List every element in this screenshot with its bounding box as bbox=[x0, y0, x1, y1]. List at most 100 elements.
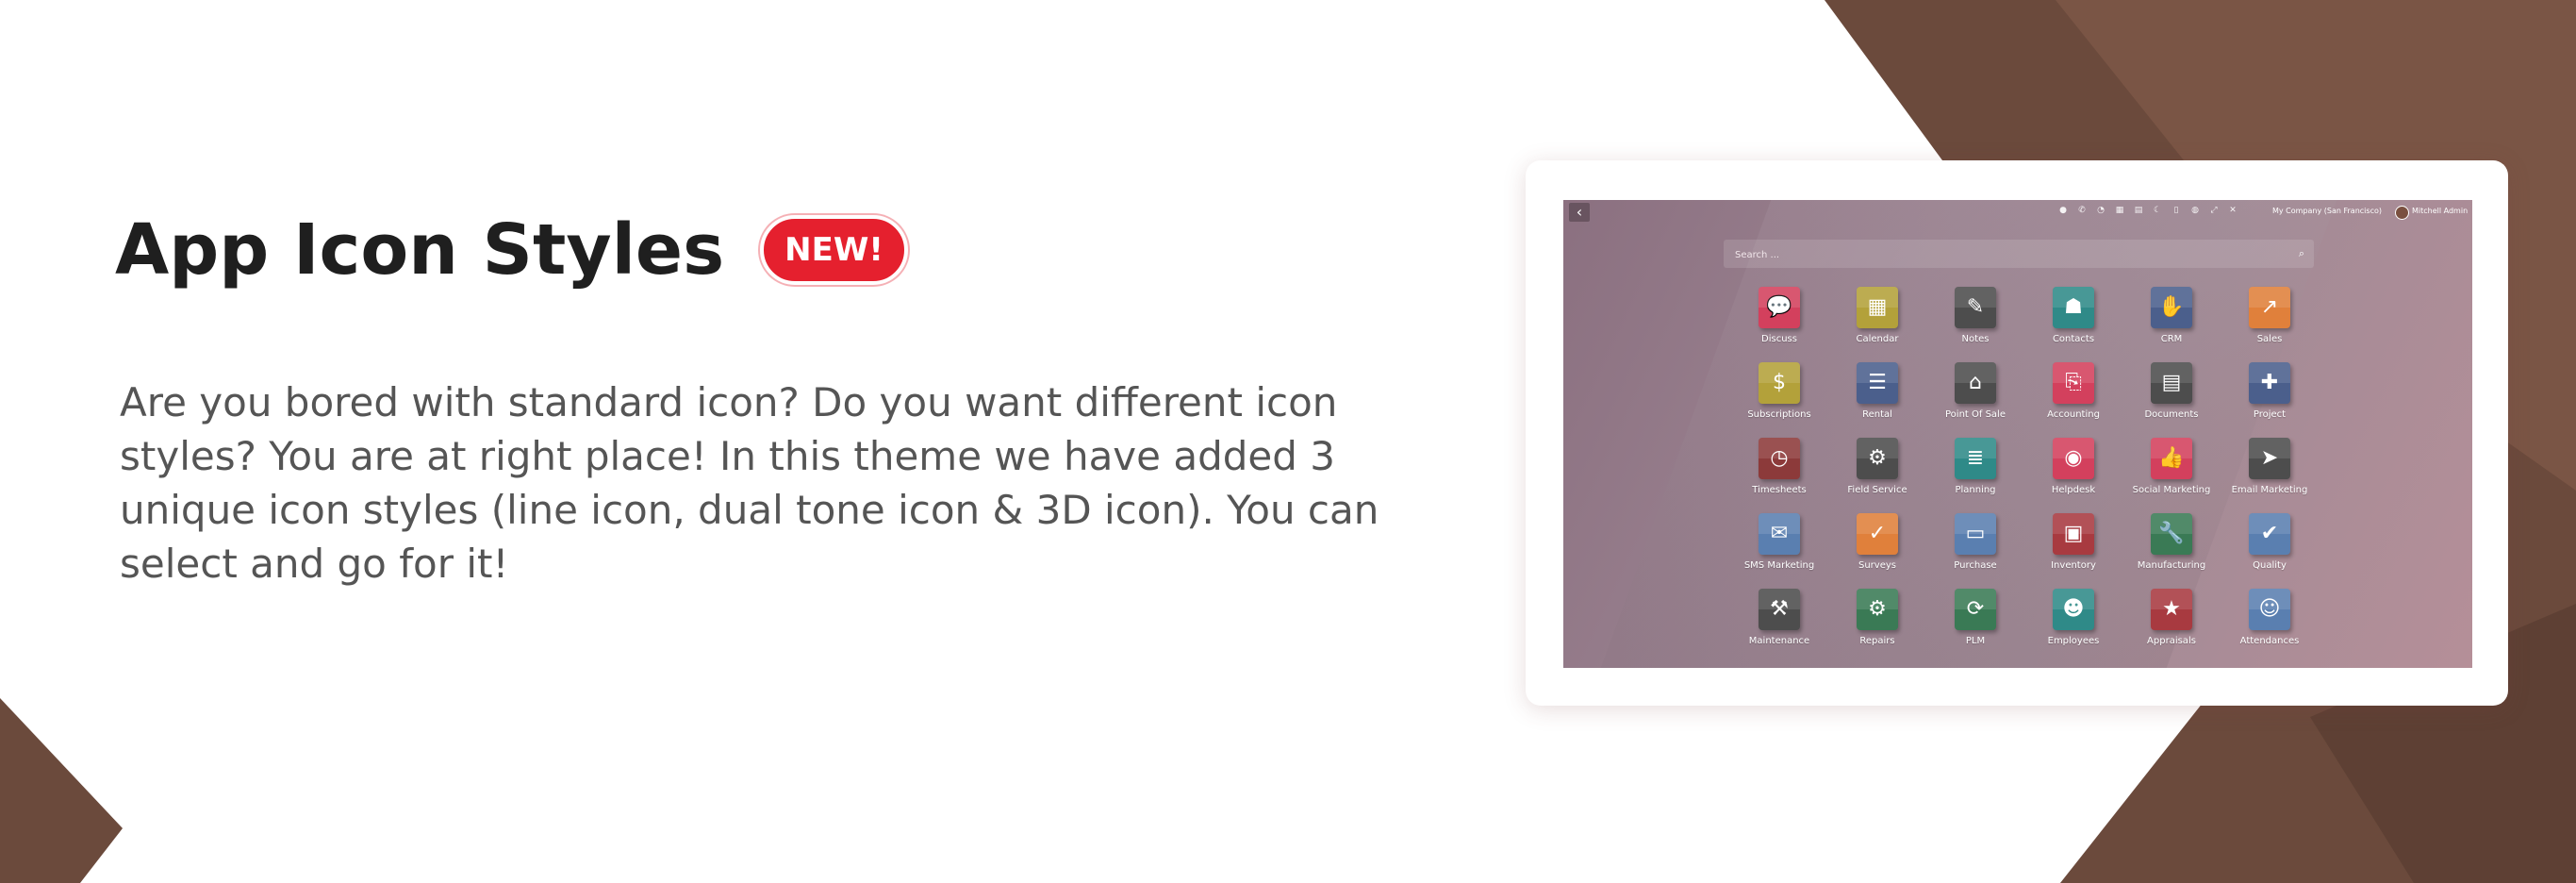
search-icon[interactable]: ⌕ bbox=[2299, 247, 2304, 260]
document-icon: ⎘ bbox=[2053, 362, 2094, 404]
app-employees[interactable]: ☻ Employees bbox=[2024, 589, 2122, 664]
hero-heading-row: App Icon Styles NEW! bbox=[115, 215, 908, 285]
back-button[interactable]: ‹ bbox=[1569, 203, 1590, 222]
chat-icon[interactable]: ● bbox=[2058, 206, 2068, 215]
app-planning[interactable]: ≣ Planning bbox=[1926, 438, 2024, 513]
odoo-home-screen: ‹ ● ✆ ◔ ▦ ▤ ☾ ▯ ◍ ⤢ ✕ My Company (San Francisco) … bbox=[1563, 200, 2472, 668]
service-icon: ⚙ bbox=[1857, 438, 1898, 479]
app-label: Rental bbox=[1862, 409, 1892, 420]
repair-icon: ⚙ bbox=[1857, 589, 1898, 630]
notes-icon: ✎ bbox=[1955, 287, 1996, 328]
app-label: CRM bbox=[2160, 334, 2183, 344]
rental-icon: ☰ bbox=[1857, 362, 1898, 404]
app-email-marketing[interactable]: ➤ Email Marketing bbox=[2221, 438, 2319, 513]
chat-bubble-icon: 💬 bbox=[1759, 287, 1800, 328]
app-plm[interactable]: ⟳ PLM bbox=[1926, 589, 2024, 664]
app-field-service[interactable]: ⚙ Field Service bbox=[1828, 438, 1926, 513]
app-notes[interactable]: ✎ Notes bbox=[1926, 287, 2024, 362]
phone-icon[interactable]: ✆ bbox=[2077, 206, 2087, 215]
star-icon: ★ bbox=[2151, 589, 2192, 630]
credit-card-icon: ▭ bbox=[1955, 513, 1996, 555]
app-label: Appraisals bbox=[2147, 636, 2196, 646]
app-label: PLM bbox=[1965, 636, 1986, 646]
coin-icon: $ bbox=[1759, 362, 1800, 404]
database-icon[interactable]: ◍ bbox=[2190, 206, 2200, 215]
store-icon: ⌂ bbox=[1955, 362, 1996, 404]
chevron-left-icon: ‹ bbox=[1576, 203, 1583, 221]
gear-check-icon: ✔ bbox=[2249, 513, 2290, 555]
avatar[interactable] bbox=[2395, 206, 2409, 220]
app-helpdesk[interactable]: ◉ Helpdesk bbox=[2024, 438, 2122, 513]
wrench-icon: 🔧 bbox=[2151, 513, 2192, 555]
app-repairs[interactable]: ⚙ Repairs bbox=[1828, 589, 1926, 664]
app-sales[interactable]: ↗ Sales bbox=[2221, 287, 2319, 362]
app-purchase[interactable]: ▭ Purchase bbox=[1926, 513, 2024, 589]
paper-plane-icon: ➤ bbox=[2249, 438, 2290, 479]
app-inventory[interactable]: ▣ Inventory bbox=[2024, 513, 2122, 589]
hero-description: Are you bored with standard icon? Do you… bbox=[120, 379, 1379, 587]
app-label: Attendances bbox=[2239, 636, 2300, 646]
app-label: Subscriptions bbox=[1747, 409, 1811, 420]
app-label: Email Marketing bbox=[2231, 485, 2308, 495]
app-subscriptions[interactable]: $ Subscriptions bbox=[1730, 362, 1828, 438]
app-label: Purchase bbox=[1954, 560, 1997, 571]
app-label: Timesheets bbox=[1752, 485, 1807, 495]
app-point-of-sale[interactable]: ⌂ Point Of Sale bbox=[1926, 362, 2024, 438]
moon-icon[interactable]: ☾ bbox=[2153, 206, 2162, 215]
thumbs-up-icon: 👍 bbox=[2151, 438, 2192, 479]
app-label: Point Of Sale bbox=[1945, 409, 2006, 420]
print-icon[interactable]: ▤ bbox=[2134, 206, 2143, 215]
tools-icon[interactable]: ✕ bbox=[2228, 206, 2237, 215]
app-sms-marketing[interactable]: ✉ SMS Marketing bbox=[1730, 513, 1828, 589]
app-maintenance[interactable]: ⚒ Maintenance bbox=[1730, 589, 1828, 664]
user-menu[interactable]: Mitchell Admin bbox=[2412, 207, 2468, 215]
app-label: Documents bbox=[2144, 409, 2199, 420]
user-clock-icon: ☺ bbox=[2249, 589, 2290, 630]
people-icon: ☻ bbox=[2053, 589, 2094, 630]
app-label: Field Service bbox=[1847, 485, 1907, 495]
box-icon: ▣ bbox=[2053, 513, 2094, 555]
new-badge: NEW! bbox=[760, 215, 908, 285]
lifebuoy-icon: ◉ bbox=[2053, 438, 2094, 479]
clipboard-icon[interactable]: ▯ bbox=[2171, 206, 2181, 215]
planning-icon: ≣ bbox=[1955, 438, 1996, 479]
app-label: Employees bbox=[2047, 636, 2100, 646]
sms-icon: ✉ bbox=[1759, 513, 1800, 555]
search-input[interactable] bbox=[1733, 246, 2265, 263]
app-label: Repairs bbox=[1859, 636, 1895, 646]
app-manufacturing[interactable]: 🔧 Manufacturing bbox=[2122, 513, 2221, 589]
calendar-icon: ▦ bbox=[1857, 287, 1898, 328]
app-attendances[interactable]: ☺ Attendances bbox=[2221, 589, 2319, 664]
activity-icon[interactable]: ◔ bbox=[2096, 206, 2105, 215]
stopwatch-icon: ◷ bbox=[1759, 438, 1800, 479]
expand-icon[interactable]: ⤢ bbox=[2209, 206, 2219, 215]
app-label: Notes bbox=[1961, 334, 1990, 344]
top-bar: ‹ ● ✆ ◔ ▦ ▤ ☾ ▯ ◍ ⤢ ✕ My Company (San Francisco) … bbox=[1563, 200, 2472, 225]
contacts-icon: ☗ bbox=[2053, 287, 2094, 328]
company-switcher[interactable]: My Company (San Francisco) bbox=[2272, 207, 2382, 215]
app-label: Surveys bbox=[1858, 560, 1896, 571]
app-rental[interactable]: ☰ Rental bbox=[1828, 362, 1926, 438]
app-documents[interactable]: ▤ Documents bbox=[2122, 362, 2221, 438]
app-calendar[interactable]: ▦ Calendar bbox=[1828, 287, 1926, 362]
chart-icon: ↗ bbox=[2249, 287, 2290, 328]
app-project[interactable]: ✚ Project bbox=[2221, 362, 2319, 438]
app-contacts[interactable]: ☗ Contacts bbox=[2024, 287, 2122, 362]
screenshot-frame: ‹ ● ✆ ◔ ▦ ▤ ☾ ▯ ◍ ⤢ ✕ My Company (San Francisco) … bbox=[1526, 160, 2508, 706]
app-label: Contacts bbox=[2052, 334, 2095, 344]
folder-icon: ▤ bbox=[2151, 362, 2192, 404]
puzzle-icon: ✚ bbox=[2249, 362, 2290, 404]
app-label: Social Marketing bbox=[2132, 485, 2211, 495]
app-label: Helpdesk bbox=[2051, 485, 2096, 495]
app-timesheets[interactable]: ◷ Timesheets bbox=[1730, 438, 1828, 513]
app-quality[interactable]: ✔ Quality bbox=[2221, 513, 2319, 589]
app-crm[interactable]: ✋ CRM bbox=[2122, 287, 2221, 362]
page-title: App Icon Styles bbox=[115, 209, 725, 291]
app-appraisals[interactable]: ★ Appraisals bbox=[2122, 589, 2221, 664]
app-accounting[interactable]: ⎘ Accounting bbox=[2024, 362, 2122, 438]
app-social-marketing[interactable]: 👍 Social Marketing bbox=[2122, 438, 2221, 513]
app-discuss[interactable]: 💬 Discuss bbox=[1730, 287, 1828, 362]
calendar-icon[interactable]: ▦ bbox=[2115, 206, 2124, 215]
app-label: Project bbox=[2253, 409, 2287, 420]
app-surveys[interactable]: ✓ Surveys bbox=[1828, 513, 1926, 589]
